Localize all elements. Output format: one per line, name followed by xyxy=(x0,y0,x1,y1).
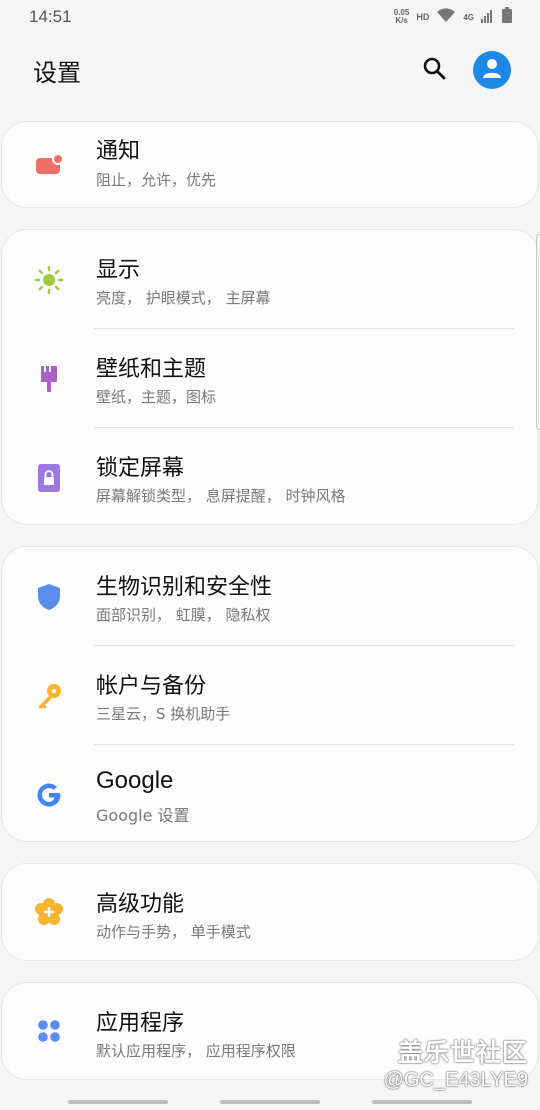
nav-home-button[interactable] xyxy=(220,1100,320,1104)
status-bar: 14:51 0.05 K/s HD 4G xyxy=(0,0,540,34)
settings-item-notifications[interactable]: 通知 阻止，允许，优先 xyxy=(2,122,538,207)
settings-group-advanced: 高级功能 动作与手势， 单手模式 xyxy=(1,863,539,961)
settings-item-google[interactable]: Google Google 设置 xyxy=(2,745,538,844)
settings-item-subtitle: 壁纸，主题，图标 xyxy=(96,388,217,406)
brightness-icon xyxy=(34,265,64,295)
settings-item-title: 帐户与备份 xyxy=(96,674,207,699)
paint-brush-icon xyxy=(34,364,64,394)
settings-item-title: 显示 xyxy=(96,258,141,283)
scroll-edge-indicator xyxy=(536,234,540,430)
nav-back-button[interactable] xyxy=(372,1100,472,1104)
battery-icon xyxy=(502,7,512,27)
wifi-icon xyxy=(436,7,456,27)
status-icons: 0.05 K/s HD 4G xyxy=(394,7,512,27)
app-header: 设置 xyxy=(0,44,540,96)
settings-item-title: 应用程序 xyxy=(96,1011,185,1036)
watermark-title: 盖乐世社区 xyxy=(397,1038,528,1067)
shield-icon xyxy=(34,582,64,612)
settings-item-lock-screen[interactable]: 锁定屏幕 屏幕解锁类型， 息屏提醒， 时钟风格 xyxy=(2,428,538,527)
settings-item-title: 壁纸和主题 xyxy=(96,357,207,382)
nav-recents-button[interactable] xyxy=(68,1100,168,1104)
settings-item-biometrics-security[interactable]: 生物识别和安全性 面部识别， 虹膜， 隐私权 xyxy=(2,547,538,646)
settings-item-title: 锁定屏幕 xyxy=(96,456,185,481)
page-title: 设置 xyxy=(33,58,81,87)
watermark-handle: @GC_E43LYE9 xyxy=(383,1069,528,1091)
watermark: 盖乐世社区 @GC_E43LYE9 xyxy=(384,1033,528,1092)
account-avatar-button[interactable] xyxy=(473,51,511,89)
key-icon xyxy=(34,681,64,711)
search-icon xyxy=(422,56,446,84)
settings-item-display[interactable]: 显示 亮度， 护眼模式， 主屏幕 xyxy=(2,230,538,329)
network-type: 4G xyxy=(463,12,474,22)
settings-item-subtitle: 面部识别， 虹膜， 隐私权 xyxy=(96,606,271,624)
settings-item-wallpapers-themes[interactable]: 壁纸和主题 壁纸，主题，图标 xyxy=(2,329,538,428)
search-button[interactable] xyxy=(417,53,451,87)
settings-item-subtitle: 默认应用程序， 应用程序权限 xyxy=(96,1042,296,1060)
settings-item-title: 生物识别和安全性 xyxy=(96,575,273,600)
notification-icon xyxy=(34,150,64,180)
settings-item-subtitle: Google 设置 xyxy=(96,806,190,825)
advanced-features-icon xyxy=(34,897,64,927)
settings-item-subtitle: 动作与手势， 单手模式 xyxy=(96,923,251,941)
apps-icon xyxy=(34,1016,64,1046)
navigation-bar xyxy=(0,1094,540,1110)
google-icon xyxy=(34,780,64,810)
settings-item-subtitle: 亮度， 护眼模式， 主屏幕 xyxy=(96,289,271,307)
settings-group-notifications: 通知 阻止，允许，优先 xyxy=(1,121,539,208)
settings-item-subtitle: 阻止，允许，优先 xyxy=(96,171,217,189)
settings-item-title: Google xyxy=(96,767,174,794)
lock-icon xyxy=(34,463,64,493)
settings-item-subtitle: 屏幕解锁类型， 息屏提醒， 时钟风格 xyxy=(96,487,346,505)
hd-voice-badge: HD xyxy=(416,12,430,22)
settings-item-advanced-features[interactable]: 高级功能 动作与手势， 单手模式 xyxy=(2,864,538,960)
person-icon xyxy=(481,57,503,83)
network-speed-unit: K/s xyxy=(395,16,408,25)
settings-group-security: 生物识别和安全性 面部识别， 虹膜， 隐私权 帐户与备份 三星云，S 换机助手 … xyxy=(1,546,539,842)
settings-item-accounts-backup[interactable]: 帐户与备份 三星云，S 换机助手 xyxy=(2,646,538,745)
network-speed: 0.05 K/s xyxy=(394,9,410,25)
settings-group-display: 显示 亮度， 护眼模式， 主屏幕 壁纸和主题 壁纸，主题，图标 锁定屏幕 屏幕解… xyxy=(1,229,539,525)
status-time: 14:51 xyxy=(29,7,72,26)
signal-icon xyxy=(481,8,495,27)
settings-item-subtitle: 三星云，S 换机助手 xyxy=(96,705,231,723)
settings-item-title: 高级功能 xyxy=(96,892,185,917)
settings-item-title: 通知 xyxy=(96,139,141,164)
